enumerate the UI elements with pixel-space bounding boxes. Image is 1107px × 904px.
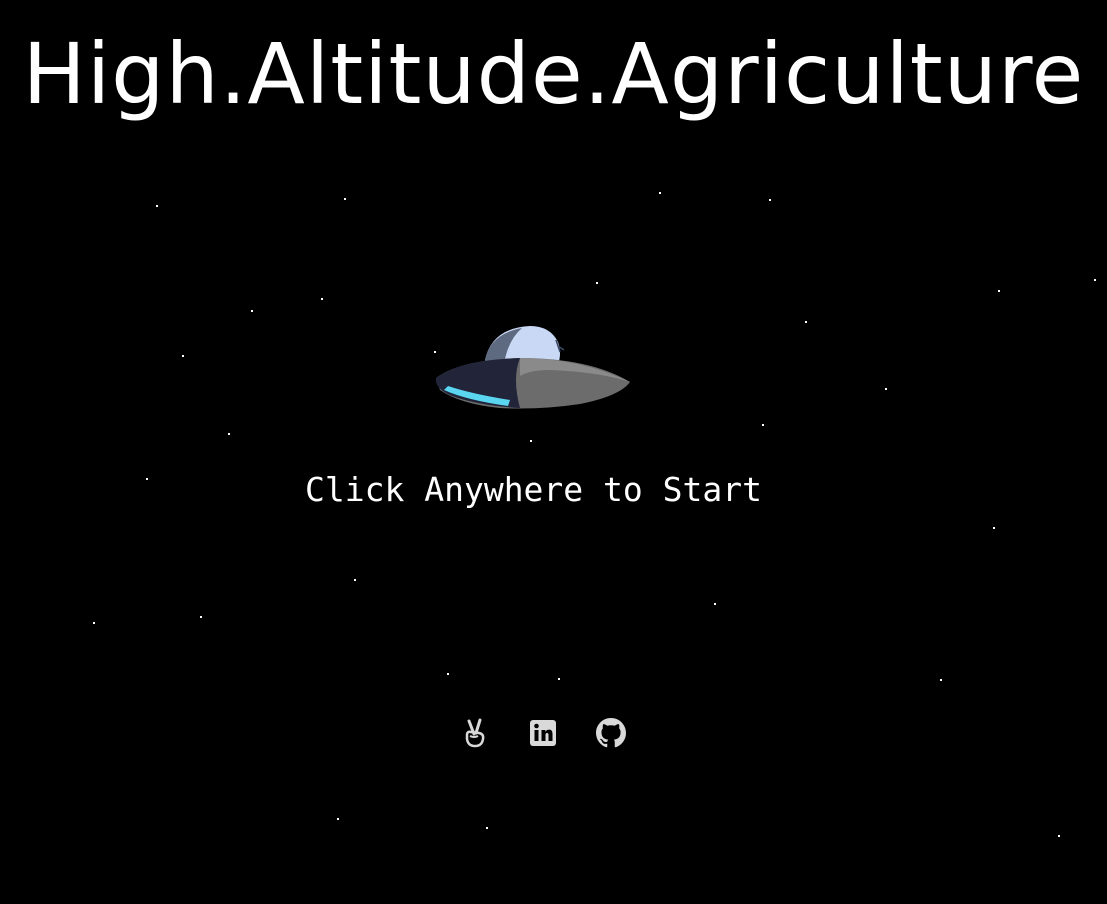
star: [998, 290, 1000, 292]
star: [940, 679, 942, 681]
star: [885, 388, 887, 390]
ufo-sprite: [436, 326, 630, 409]
game-start-screen[interactable]: High.Altitude.Agriculture Click Anywhere…: [0, 0, 1107, 904]
star: [486, 827, 488, 829]
star: [993, 527, 995, 529]
star: [769, 199, 771, 201]
star: [714, 603, 716, 605]
star: [344, 198, 346, 200]
star: [321, 298, 323, 300]
star: [251, 310, 253, 312]
starfield: [0, 0, 1107, 904]
star: [596, 282, 598, 284]
star: [1094, 279, 1096, 281]
star: [659, 192, 661, 194]
star: [762, 424, 764, 426]
social-links: [458, 716, 628, 750]
star: [530, 440, 532, 442]
star: [337, 818, 339, 820]
star: [558, 678, 560, 680]
star: [93, 622, 95, 624]
angellist-icon: [465, 718, 485, 748]
star: [1058, 835, 1060, 837]
angellist-link[interactable]: [458, 716, 492, 750]
star: [228, 433, 230, 435]
star: [200, 616, 202, 618]
github-link[interactable]: [594, 716, 628, 750]
star: [805, 321, 807, 323]
linkedin-link[interactable]: [526, 716, 560, 750]
star: [156, 205, 158, 207]
linkedin-icon: [530, 720, 556, 746]
start-prompt[interactable]: Click Anywhere to Start: [0, 470, 1067, 509]
star: [447, 673, 449, 675]
star: [182, 355, 184, 357]
star: [354, 579, 356, 581]
game-title: High.Altitude.Agriculture: [22, 25, 1085, 123]
github-icon: [596, 718, 626, 748]
